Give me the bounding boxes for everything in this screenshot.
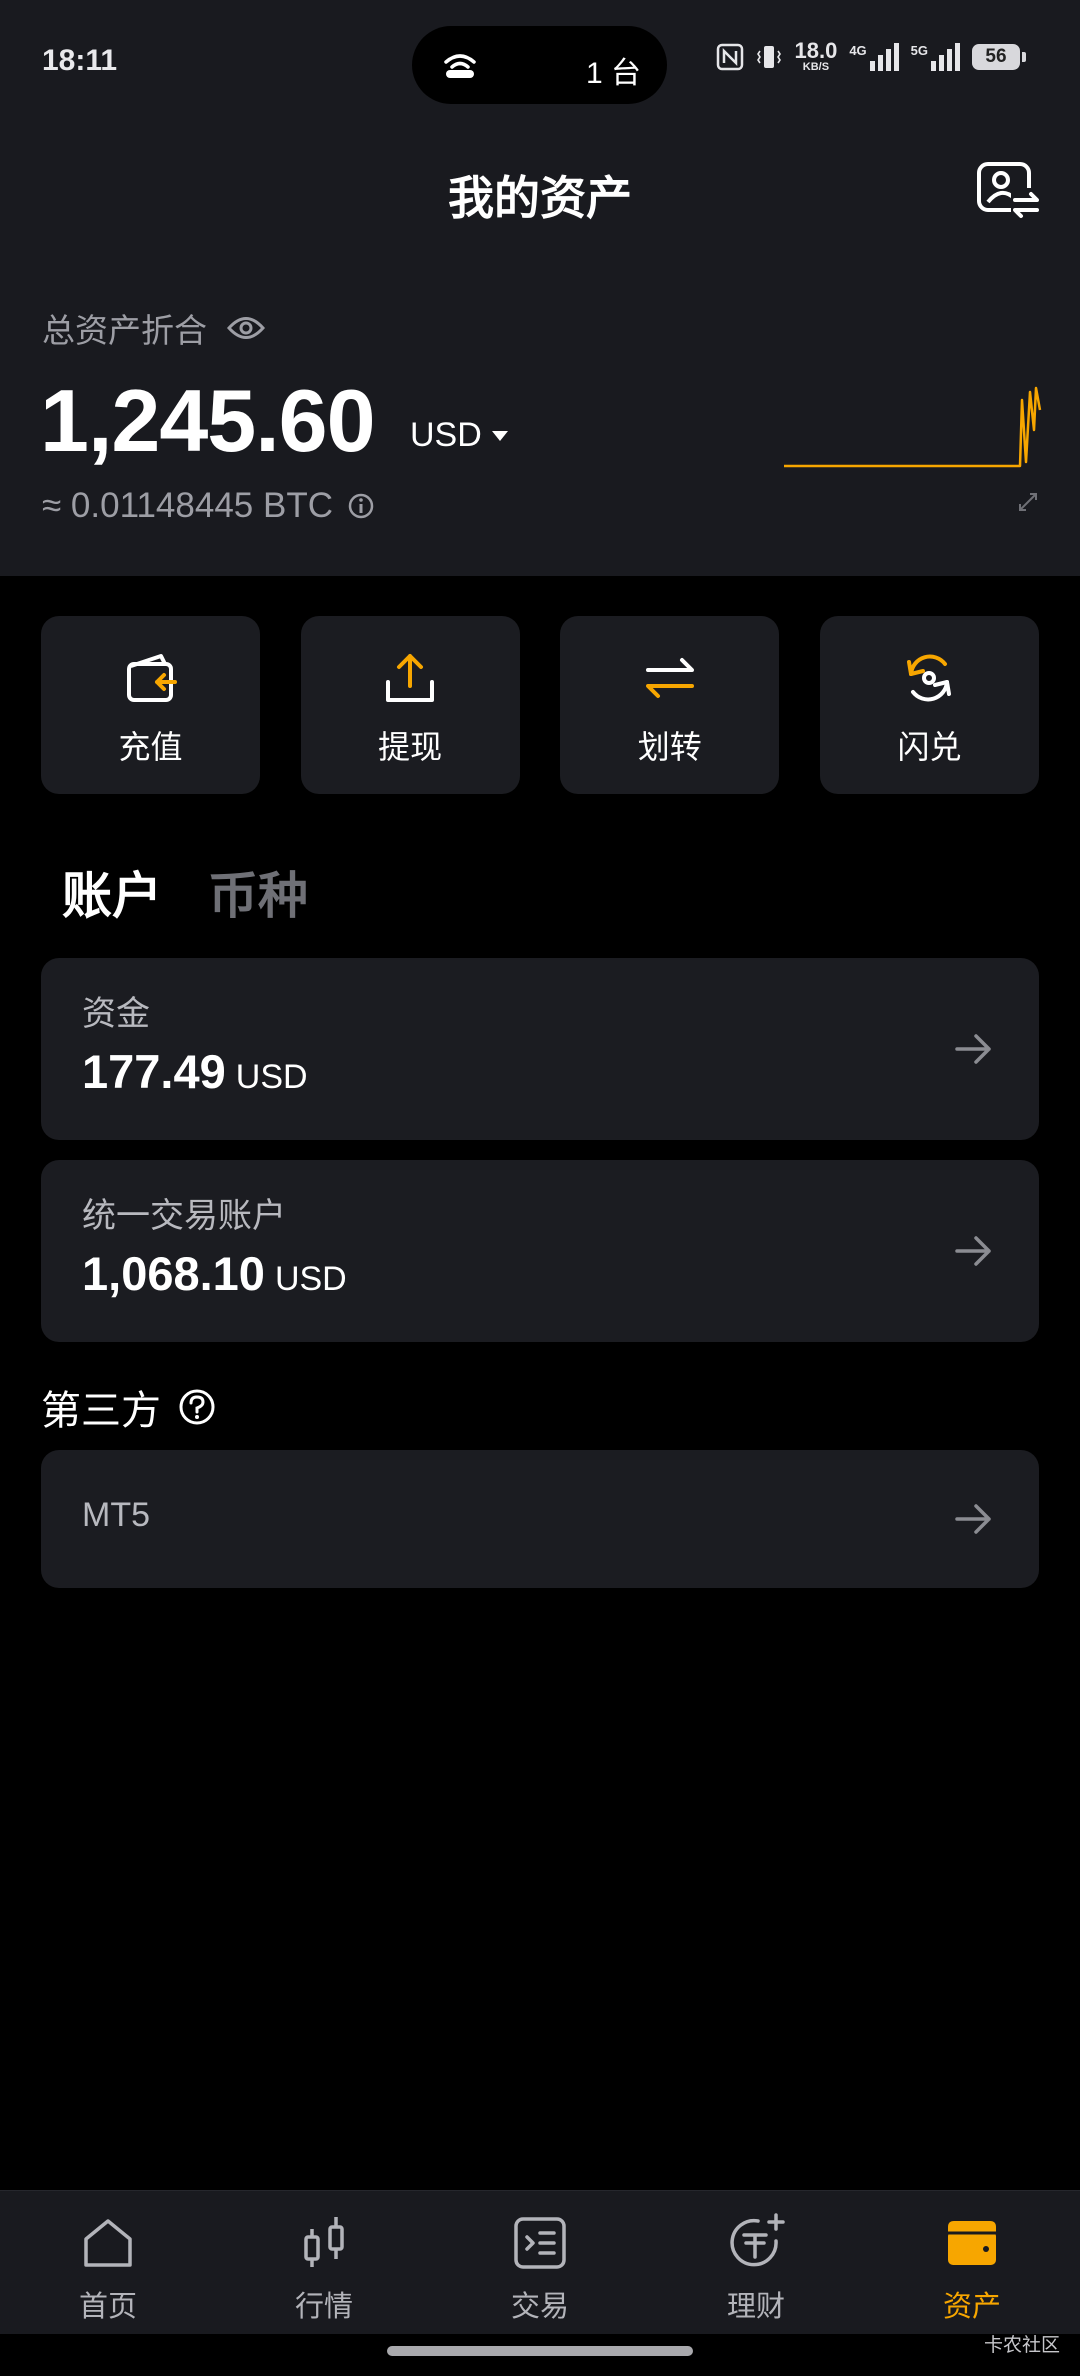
page-title: 我的资产	[448, 172, 632, 224]
vibrate-icon	[757, 45, 782, 68]
signal-strength-1: 4G	[849, 42, 899, 71]
account-name: 资金	[82, 995, 150, 1033]
third-party-section-header: 第三方	[41, 1378, 217, 1436]
caret-down-icon	[491, 430, 508, 441]
withdraw-icon	[386, 654, 435, 702]
asset-trend-sparkline[interactable]	[782, 380, 1042, 480]
total-assets-amount: 1,245.60	[40, 371, 376, 470]
nav-markets[interactable]: 行情	[216, 2191, 432, 2334]
eye-icon[interactable]	[227, 315, 265, 341]
quick-actions: 充值 提现 划转 闪兑	[41, 616, 1039, 794]
arrow-right-icon	[955, 1236, 991, 1266]
dynamic-island[interactable]: 1 台	[412, 26, 667, 104]
deposit-icon	[126, 654, 177, 702]
hotspot-icon	[444, 54, 476, 78]
expand-icon[interactable]	[1016, 490, 1040, 514]
watermark: 卡农社区	[983, 2335, 1060, 2356]
withdraw-button[interactable]: 提现	[300, 616, 520, 794]
nav-trade[interactable]: 交易	[432, 2191, 648, 2334]
wallet-icon	[948, 2221, 996, 2265]
deposit-button[interactable]: 充值	[41, 616, 260, 794]
btc-equivalent: ≈ 0.01148445 BTC	[42, 486, 375, 526]
nfc-icon	[717, 43, 744, 70]
currency-dropdown[interactable]: USD	[410, 416, 508, 455]
status-time: 18:11	[42, 44, 118, 77]
asset-summary-panel: 我的资产 总资产折合 1,245.60 USD ≈ 0.01148445 BTC	[0, 130, 1080, 576]
nav-assets[interactable]: 资产	[864, 2191, 1080, 2334]
island-device-count: 1 台	[585, 57, 641, 90]
status-bar: 18:11 1 台 18.0 KB/S 4G 5G 56	[0, 0, 1080, 130]
account-balance: 1,068.10 USD	[82, 1247, 347, 1300]
total-assets-label: 总资产折合	[42, 304, 265, 352]
info-icon[interactable]	[347, 492, 375, 520]
convert-icon	[907, 654, 952, 702]
home-indicator[interactable]	[387, 2346, 693, 2356]
account-name: MT5	[82, 1496, 150, 1534]
account-card-unified-trading[interactable]: 统一交易账户 1,068.10 USD	[41, 1160, 1039, 1342]
arrow-right-icon	[955, 1034, 991, 1064]
asset-tabs: 账户 币种	[62, 856, 308, 928]
home-icon	[84, 2219, 132, 2267]
bottom-nav: 首页 行情 交易 理财 资产	[0, 2190, 1080, 2334]
account-card-mt5[interactable]: MT5	[41, 1450, 1039, 1588]
nav-earn[interactable]: 理财	[648, 2191, 864, 2334]
transfer-icon	[645, 658, 694, 698]
candlestick-icon	[304, 2217, 344, 2267]
account-card-funding[interactable]: 资金 177.49 USD	[41, 958, 1039, 1140]
network-speed: 18.0 KB/S	[794, 38, 838, 73]
signal-strength-2: 5G	[911, 42, 960, 71]
account-name: 统一交易账户	[82, 1197, 286, 1235]
tab-accounts[interactable]: 账户	[62, 856, 162, 928]
help-icon[interactable]	[177, 1387, 217, 1427]
battery-indicator: 56	[972, 43, 1026, 70]
trade-icon	[514, 2217, 566, 2269]
nav-home[interactable]: 首页	[0, 2191, 216, 2334]
status-icons: 18.0 KB/S 4G 5G 56	[716, 38, 1026, 73]
account-switch-icon[interactable]	[975, 160, 1041, 220]
convert-button[interactable]: 闪兑	[819, 616, 1039, 794]
account-balance: 177.49 USD	[82, 1045, 308, 1098]
tab-coins[interactable]: 币种	[208, 856, 308, 928]
transfer-button[interactable]: 划转	[560, 616, 780, 794]
arrow-right-icon	[955, 1504, 991, 1534]
third-party-label: 第三方	[41, 1389, 161, 1433]
earn-icon	[730, 2213, 785, 2267]
